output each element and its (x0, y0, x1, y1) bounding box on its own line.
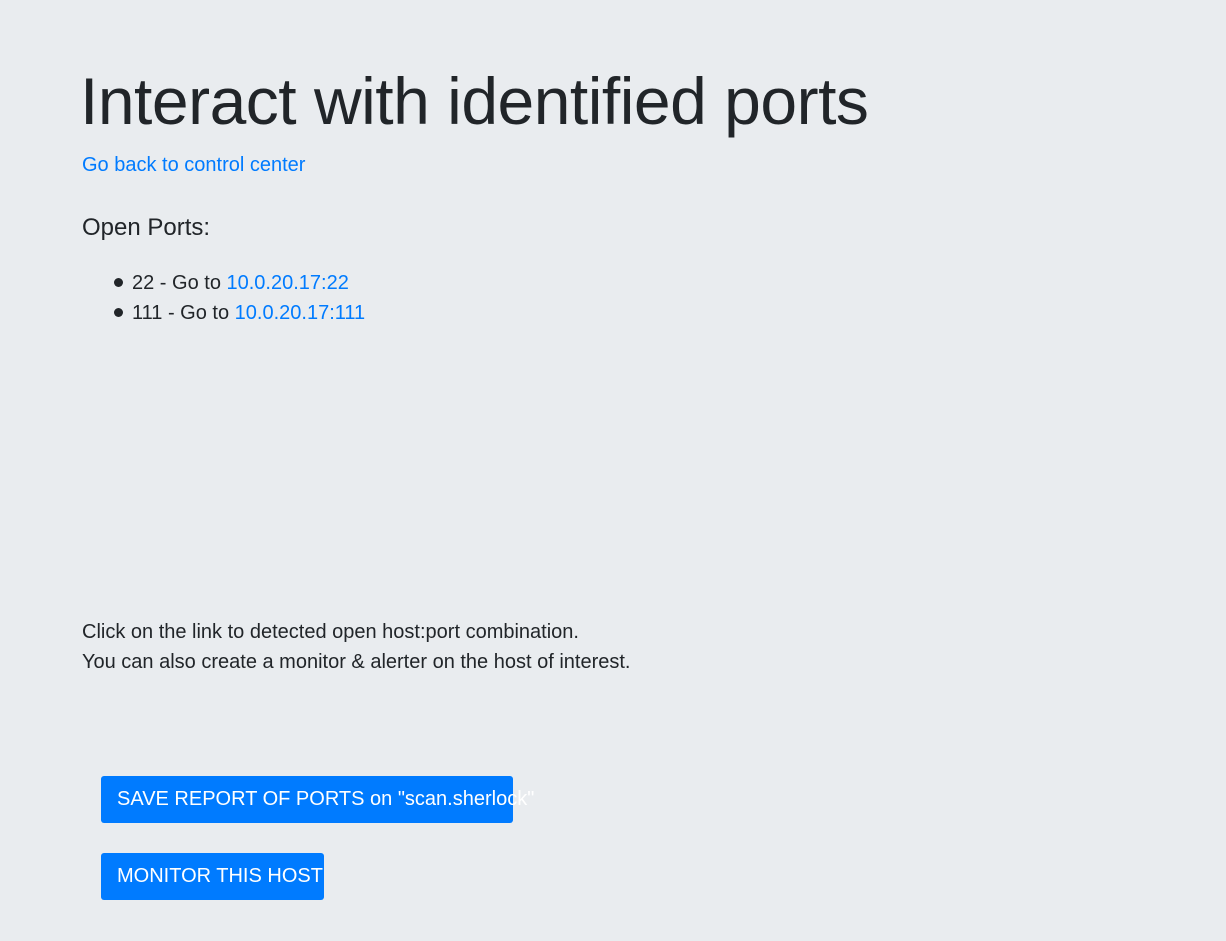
bullet-icon (114, 308, 123, 317)
monitor-host-button[interactable]: MONITOR THIS HOST (101, 853, 324, 900)
bullet-icon (114, 278, 123, 287)
back-to-control-center-link[interactable]: Go back to control center (82, 152, 305, 178)
save-report-button[interactable]: SAVE REPORT OF PORTS on "scan.sherlock" (101, 776, 534, 823)
port-item-label: 111 - Go to (132, 302, 235, 324)
port-item-label: 22 - Go to (132, 272, 227, 294)
info-text: Click on the link to detected open host:… (82, 617, 630, 677)
port-link-22[interactable]: 10.0.20.17:22 (227, 272, 349, 294)
list-item: 111 - Go to 10.0.20.17:111 (114, 298, 366, 328)
port-link-111[interactable]: 10.0.20.17:111 (235, 302, 366, 324)
list-item: 22 - Go to 10.0.20.17:22 (114, 268, 365, 298)
info-line-2: You can also create a monitor & alerter … (82, 651, 631, 673)
page: Interact with identified ports Go back t… (0, 0, 1226, 941)
info-line-1: Click on the link to detected open host:… (82, 621, 579, 643)
page-title: Interact with identified ports (80, 64, 869, 138)
open-ports-list: 22 - Go to 10.0.20.17:22 111 - Go to 10.… (114, 268, 366, 328)
open-ports-heading: Open Ports: (82, 214, 211, 241)
